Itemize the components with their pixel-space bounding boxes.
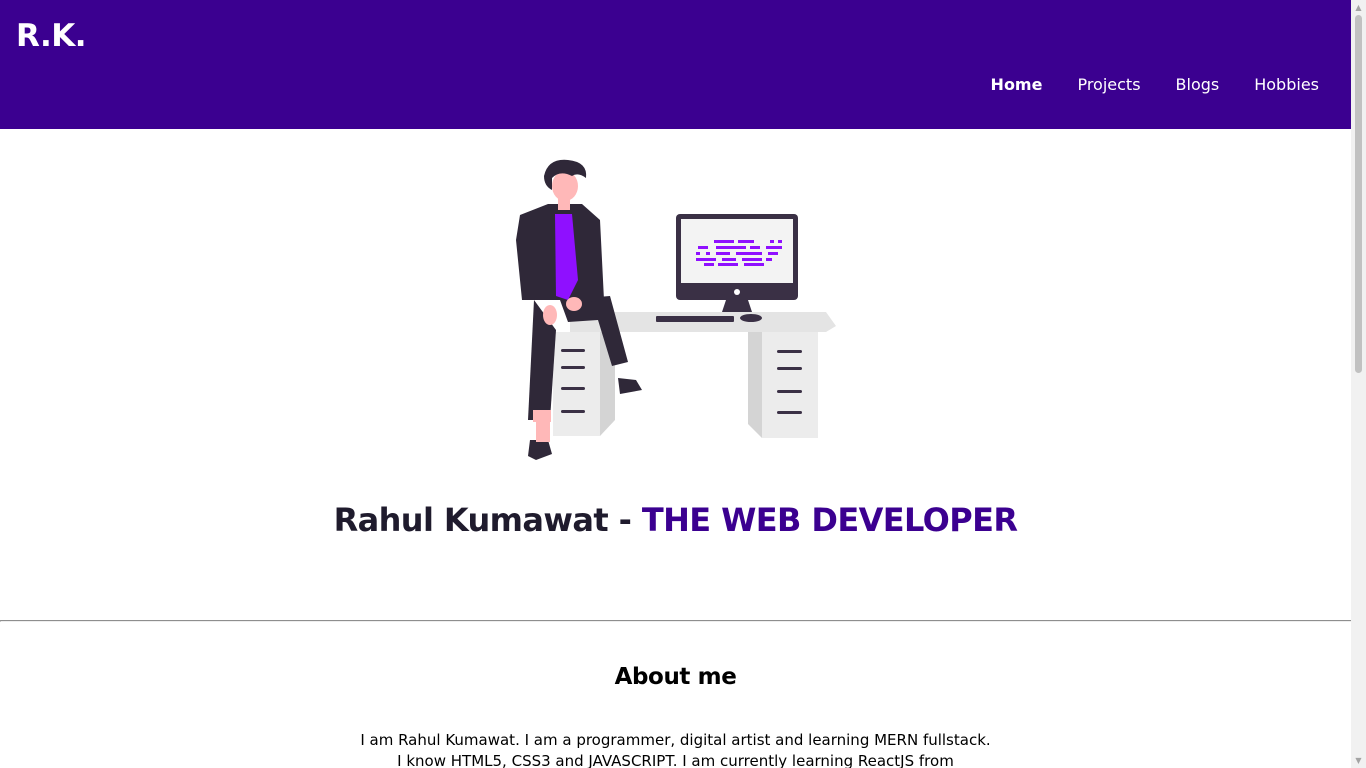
about-heading: About me [614, 664, 737, 690]
navbar: R.K. Home Projects Blogs Hobbies [0, 0, 1351, 129]
scroll-down-arrow-icon[interactable]: ▼ [1351, 753, 1366, 768]
nav-home-link[interactable]: Home [991, 73, 1043, 97]
nav-links: Home Projects Blogs Hobbies [956, 73, 1319, 97]
hero-title: Rahul Kumawat - THE WEB DEVELOPER [0, 500, 1351, 540]
page: R.K. Home Projects Blogs Hobbies Rahul K… [0, 0, 1351, 768]
shoe-left [528, 440, 552, 460]
keyboard [656, 316, 734, 322]
mouse [740, 314, 762, 322]
nav-hobbies-link[interactable]: Hobbies [1254, 73, 1319, 97]
right-drawer-unit [762, 332, 818, 438]
scroll-up-arrow-icon[interactable]: ▲ [1351, 0, 1366, 15]
vertical-scrollbar[interactable]: ▲ ▼ [1351, 0, 1366, 768]
hero-title-role: THE WEB DEVELOPER [641, 501, 1018, 539]
about-paragraph: I am Rahul Kumawat. I am a programmer, d… [0, 730, 1351, 768]
scrollbar-thumb[interactable] [1355, 15, 1362, 373]
developer-at-desk-illustration [516, 159, 836, 460]
hero-title-name: Rahul Kumawat - [333, 501, 632, 539]
left-drawer-unit [553, 332, 600, 436]
head [552, 171, 578, 201]
about-line-2: I know HTML5, CSS3 and JAVASCRIPT. I am … [397, 752, 954, 768]
shoe-right [618, 378, 642, 394]
nav-blogs-link[interactable]: Blogs [1176, 73, 1220, 97]
section-divider [0, 620, 1351, 622]
brand-logo[interactable]: R.K. [16, 16, 87, 56]
about-line-1: I am Rahul Kumawat. I am a programmer, d… [360, 731, 991, 749]
nav-projects-link[interactable]: Projects [1077, 73, 1140, 97]
